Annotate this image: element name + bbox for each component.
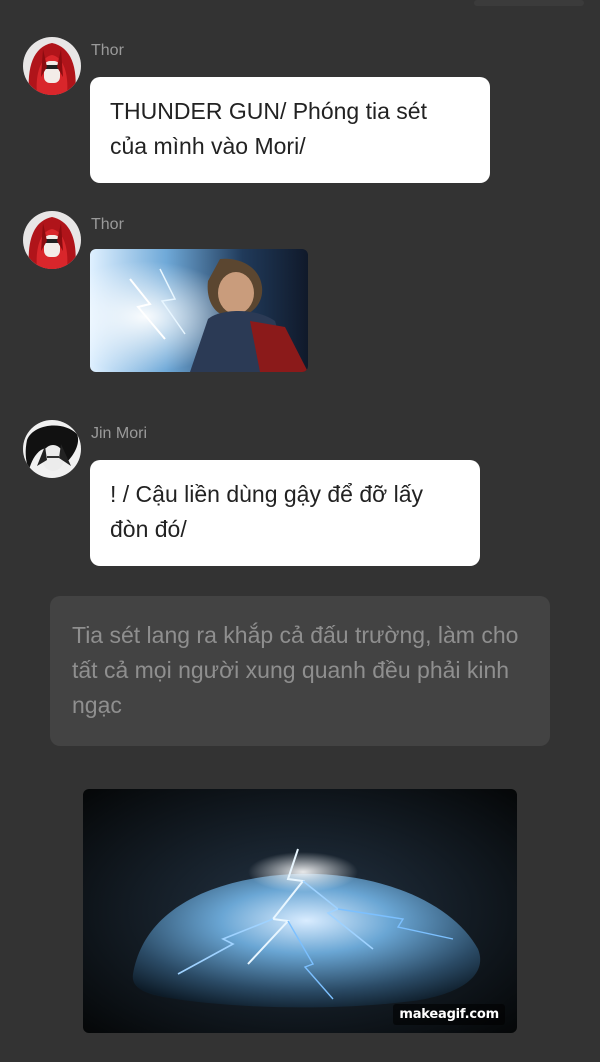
lightning-rock-gif[interactable]: makeagif.com	[83, 789, 517, 1033]
message-author: Jin Mori	[91, 425, 148, 442]
jin-mori-avatar[interactable]	[23, 420, 81, 478]
message-author: Thor	[91, 42, 124, 59]
thor-avatar[interactable]	[23, 37, 81, 95]
message-bubble[interactable]: ! / Cậu liền dùng gậy để đỡ lấy đòn đó/	[90, 460, 480, 566]
dark-haired-avatar-icon	[23, 420, 81, 478]
lightning-rock-illustration	[83, 789, 517, 1033]
makeagif-watermark: makeagif.com	[393, 1004, 505, 1025]
narration-block[interactable]: Tia sét lang ra khắp cả đấu trường, làm …	[50, 596, 550, 746]
red-haired-avatar-icon	[23, 37, 81, 95]
thor-lightning-illustration	[90, 249, 308, 372]
top-strip	[0, 0, 600, 14]
message-author: Thor	[91, 216, 124, 233]
thor-lightning-image[interactable]	[90, 249, 308, 372]
red-haired-avatar-icon	[23, 211, 81, 269]
status-remnant	[474, 0, 584, 6]
message-bubble[interactable]: THUNDER GUN/ Phóng tia sét của mình vào …	[90, 77, 490, 183]
thor-avatar[interactable]	[23, 211, 81, 269]
